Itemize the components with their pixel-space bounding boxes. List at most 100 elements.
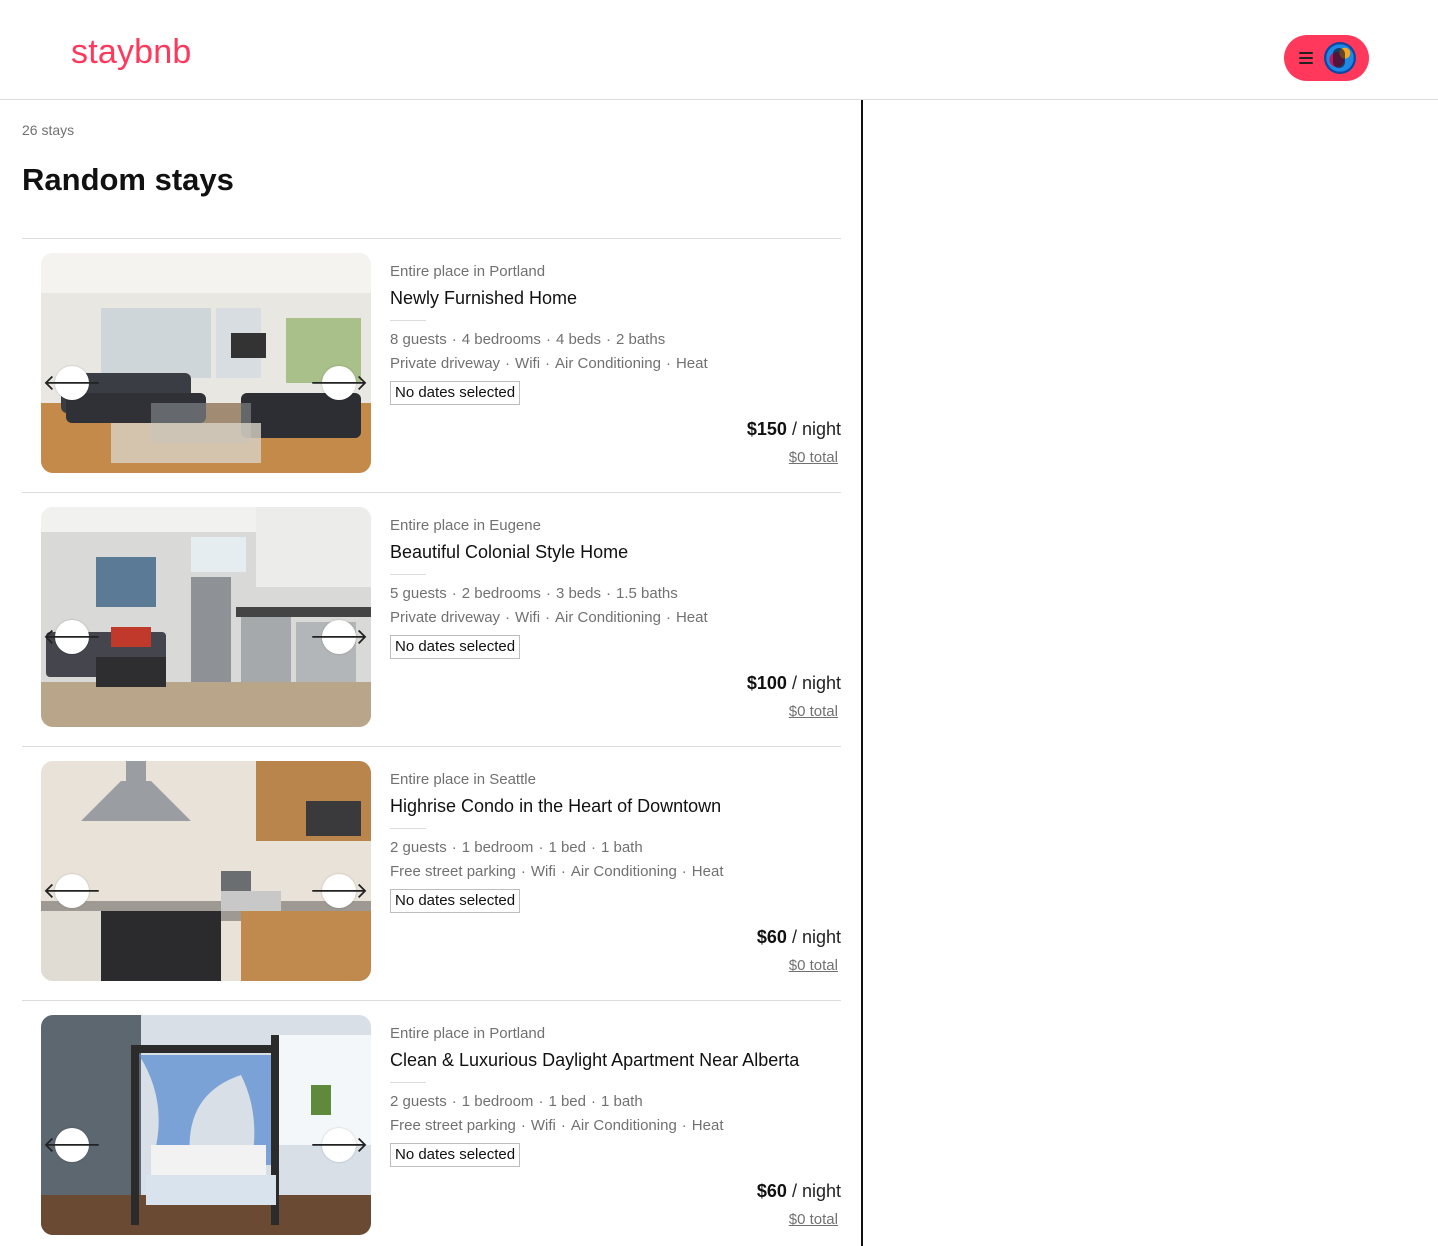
listing-specs: 5 guests · 2 bedrooms · 3 beds · 1.5 baths [390,585,678,602]
listing-type-location: Entire place in Seattle [390,771,536,788]
listing-info: Entire place in Portland Clean & Luxuriou… [390,1001,841,1246]
listing-amenities: Free street parking · Wifi · Air Conditionin… [390,1117,723,1134]
separator-dot: · [545,331,551,348]
nightly-price: $60 / night [757,1181,841,1202]
total-price-link[interactable]: $0 total [789,1211,838,1228]
list-value: 2 guests [390,839,447,856]
price-unit: / night [791,927,841,947]
separator-dot: · [505,609,511,626]
separator-dot: · [545,585,551,602]
separator-dot: · [451,839,457,856]
price-unit: / night [791,419,841,439]
listing-amenities: Private driveway · Wifi · Air Conditioning · H… [390,355,708,372]
list-value: 1 bed [548,1093,586,1110]
divider [390,320,426,321]
listing-name[interactable]: Clean & Luxurious Daylight Apartment Nea… [390,1050,799,1071]
logo[interactable]: staybnb [71,33,191,72]
separator-dot: · [560,1117,566,1134]
divider [390,574,426,575]
list-value: Private driveway [390,355,501,372]
list-value: 8 guests [390,331,447,348]
list-value: Air Conditioning [555,355,661,372]
map-divider [861,100,863,1246]
list-value: 1 bath [600,839,643,856]
arrow-right-icon[interactable]: 🡒 [310,366,369,400]
list-value: Free street parking [390,1117,516,1134]
separator-dot: · [590,1093,596,1110]
total-price-link[interactable]: $0 total [789,957,838,974]
top-header: staybnb [0,0,1438,100]
separator-dot: · [665,355,671,372]
list-value: 2 baths [615,331,666,348]
separator-dot: · [538,1093,544,1110]
listing-info: Entire place in Eugene Beautiful Colonial… [390,493,841,747]
listing-amenities: Private driveway · Wifi · Air Conditioning · H… [390,609,708,626]
separator-dot: · [451,331,457,348]
price-amount: $150 [746,419,787,439]
arrow-right-icon[interactable]: 🡒 [310,874,369,908]
dates-badge: No dates selected [390,635,521,659]
separator-dot: · [451,1093,457,1110]
arrow-right-icon[interactable]: 🡒 [310,1128,369,1162]
list-value: 4 beds [555,331,601,348]
hamburger-icon [1299,52,1313,64]
listing-card[interactable]: 🡐 🡒 Entire place in Eugene Beautiful Coloni… [22,492,841,746]
list-value: Heat [691,863,724,880]
arrow-left-icon[interactable]: 🡐 [43,366,102,400]
list-value: Private driveway [390,609,501,626]
user-menu-button[interactable] [1284,35,1369,81]
stays-count: 26 stays [22,122,75,138]
divider [390,1082,426,1083]
listing-specs: 2 guests · 1 bedroom · 1 bed · 1 bath [390,839,643,856]
listing-name[interactable]: Newly Furnished Home [390,288,577,309]
list-value: 2 bedrooms [461,585,541,602]
total-price-link[interactable]: $0 total [789,703,838,720]
kitchen-photo[interactable]: 🡐 🡒 [41,761,371,981]
listing-card[interactable]: 🡐 🡒 Entire place in Seattle Highrise Condo … [22,746,841,1000]
arrow-left-icon[interactable]: 🡐 [43,620,102,654]
list-value: Wifi [530,863,556,880]
user-avatar [1324,42,1356,74]
list-value: 2 guests [390,1093,447,1110]
dates-badge: No dates selected [390,1143,521,1167]
price-amount: $100 [746,673,787,693]
separator-dot: · [605,331,611,348]
listing-specs: 2 guests · 1 bedroom · 1 bed · 1 bath [390,1093,643,1110]
listing-type-location: Entire place in Portland [390,1025,546,1042]
listing-card[interactable]: 🡐 🡒 Entire place in Portland Newly Furnishe… [22,238,841,492]
list-value: Wifi [515,609,541,626]
list-value: 5 guests [390,585,447,602]
total-price-link[interactable]: $0 total [789,449,838,466]
listing-info: Entire place in Seattle Highrise Condo in… [390,747,841,1001]
page-title: Random stays [22,162,234,197]
list-value: 1.5 baths [615,585,678,602]
list-value: Free street parking [390,863,516,880]
separator-dot: · [560,863,566,880]
divider [390,828,426,829]
list-value: Wifi [515,355,541,372]
listing-specs: 8 guests · 4 bedrooms · 4 beds · 2 baths [390,331,665,348]
arrow-right-icon[interactable]: 🡒 [310,620,369,654]
list-value: 1 bedroom [461,839,534,856]
living-room-photo[interactable]: 🡐 🡒 [41,253,371,473]
bedroom-photo[interactable]: 🡐 🡒 [41,1015,371,1235]
listing-name[interactable]: Highrise Condo in the Heart of Downtown [390,796,721,817]
nightly-price: $60 / night [757,927,841,948]
separator-dot: · [545,355,551,372]
arrow-left-icon[interactable]: 🡐 [43,874,102,908]
listing-type-location: Entire place in Portland [390,263,546,280]
separator-dot: · [520,863,526,880]
listing-card[interactable]: 🡐 🡒 Entire place in Portland Clean & Luxuri… [22,1000,841,1246]
kitchen-living-photo[interactable]: 🡐 🡒 [41,507,371,727]
nightly-price: $150 / night [747,419,841,440]
separator-dot: · [681,863,687,880]
dates-badge: No dates selected [390,381,521,405]
list-value: Wifi [530,1117,556,1134]
list-value: Air Conditioning [570,863,677,880]
arrow-left-icon[interactable]: 🡐 [43,1128,102,1162]
separator-dot: · [451,585,457,602]
price-amount: $60 [756,927,787,947]
separator-dot: · [545,609,551,626]
separator-dot: · [681,1117,687,1134]
listing-name[interactable]: Beautiful Colonial Style Home [390,542,628,563]
